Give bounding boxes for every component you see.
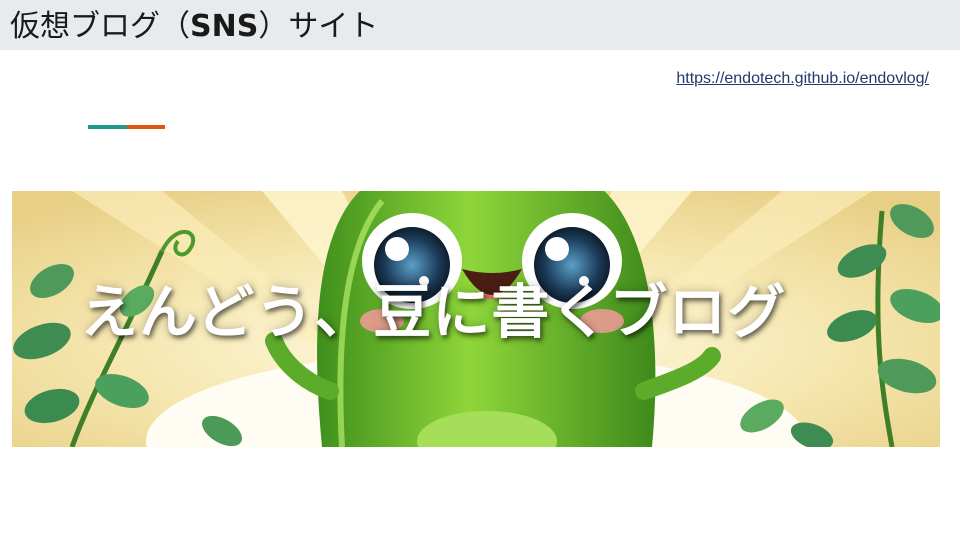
blog-banner-image: えんどう、豆に書くブログ [12,191,940,447]
title-prefix: 仮想ブログ（ [10,9,190,44]
title-sns: SNS [190,9,259,44]
accent-teal-segment [88,125,127,129]
accent-divider [88,125,165,129]
blog-url-link[interactable]: https://endotech.github.io/endovlog/ [676,70,929,88]
title-suffix: ）サイト [258,9,379,44]
page-title: 仮想ブログ（SNS）サイト [10,9,378,45]
title-bar: 仮想ブログ（SNS）サイト [0,0,960,50]
accent-orange-segment [127,125,165,129]
banner-title: えんどう、豆に書くブログ [80,278,787,346]
